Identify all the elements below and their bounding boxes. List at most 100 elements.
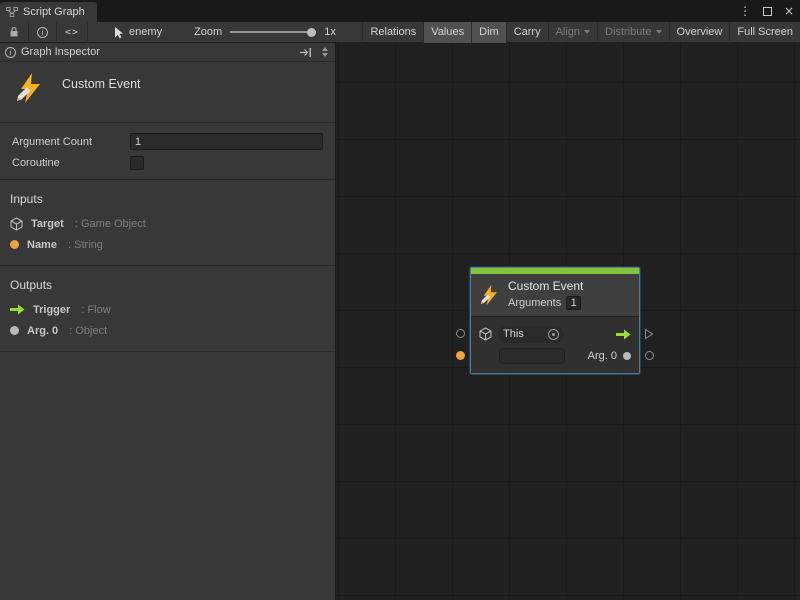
graph-toolbar: i <> enemy Zoom 1x Relations Values Dim … (0, 22, 800, 43)
arg0-output-port[interactable] (645, 351, 654, 360)
input-name: Target (31, 218, 64, 230)
object-dot-icon (10, 326, 19, 335)
dropdown-arrow-icon (656, 30, 662, 34)
zoom-slider-track (230, 31, 316, 33)
lock-button[interactable] (0, 22, 29, 43)
flow-arrow-icon (616, 329, 631, 340)
values-button[interactable]: Values (423, 22, 471, 43)
carry-button[interactable]: Carry (506, 22, 548, 43)
menu-icon[interactable]: ⋮ (739, 5, 751, 17)
trigger-output-port[interactable] (644, 328, 654, 340)
node-body: This Arg. 0 (471, 316, 639, 373)
maximize-icon[interactable] (763, 7, 772, 16)
align-label: Align (556, 26, 580, 38)
overview-button[interactable]: Overview (669, 22, 730, 43)
tab-title: Script Graph (23, 6, 85, 18)
graph-inspector-panel: i Graph Inspector Custom Event Argument … (0, 43, 336, 600)
event-header: Custom Event (0, 62, 335, 122)
lock-icon (8, 26, 20, 38)
graph-name: enemy (129, 26, 162, 38)
zoom-slider-thumb[interactable] (307, 28, 316, 37)
input-name: Name (27, 239, 57, 251)
custom-event-node[interactable]: Custom Event Arguments 1 This (470, 267, 640, 374)
toolbar-buttons: Relations Values Dim Carry Align Distrib… (362, 22, 800, 43)
output-type: : Object (66, 325, 107, 337)
inspector-toggle-button[interactable]: i (29, 22, 57, 43)
dock-inspector-icon[interactable] (299, 47, 313, 58)
inputs-section: Inputs Target : Game Object Name : Strin… (0, 180, 335, 265)
object-picker-icon[interactable] (548, 329, 559, 340)
fullscreen-button[interactable]: Full Screen (729, 22, 800, 43)
coroutine-row: Coroutine (12, 152, 323, 173)
zoom-slider[interactable] (230, 22, 316, 43)
inspector-header: i Graph Inspector (0, 43, 335, 62)
name-input-port[interactable] (456, 351, 465, 360)
event-title: Custom Event (62, 77, 141, 91)
close-icon[interactable]: × (784, 5, 794, 17)
arg0-input[interactable] (499, 348, 565, 364)
input-row-target: Target : Game Object (0, 213, 335, 234)
flow-port-triangle-icon (644, 328, 654, 340)
inspector-title: Graph Inspector (21, 46, 100, 58)
output-row-trigger: Trigger : Flow (0, 299, 335, 320)
distribute-label: Distribute (605, 26, 651, 38)
node-header[interactable]: Custom Event Arguments 1 (471, 274, 639, 316)
dim-button[interactable]: Dim (471, 22, 506, 43)
string-dot-icon (10, 240, 19, 249)
graph-asset-icon (112, 26, 124, 39)
cube-icon (479, 327, 492, 341)
this-input-port[interactable] (456, 329, 465, 338)
input-row-name: Name : String (0, 234, 335, 255)
output-name: Arg. 0 (27, 325, 58, 337)
cube-icon (10, 217, 23, 231)
argument-count-row: Argument Count (12, 131, 323, 152)
info-icon: i (5, 47, 16, 58)
divider (0, 351, 335, 352)
object-dot-icon (623, 352, 631, 360)
window-controls: ⋮ × (739, 0, 794, 22)
port-circle-icon (645, 351, 654, 360)
coroutine-label: Coroutine (12, 157, 130, 169)
graph-breadcrumb[interactable]: enemy (106, 22, 168, 43)
argument-count-label: Argument Count (12, 136, 130, 148)
zoom-label: Zoom (194, 26, 222, 38)
string-dot-icon (456, 351, 465, 360)
flow-arrow-icon (10, 304, 25, 315)
inputs-title: Inputs (0, 186, 335, 213)
arg0-label: Arg. 0 (588, 350, 617, 362)
output-row-arg0: Arg. 0 : Object (0, 320, 335, 341)
this-object-field[interactable]: This (498, 326, 564, 343)
relations-button[interactable]: Relations (362, 22, 423, 43)
custom-event-icon (14, 72, 46, 104)
argument-count-input[interactable] (130, 133, 323, 150)
output-name: Trigger (33, 304, 70, 316)
distribute-dropdown[interactable]: Distribute (597, 22, 668, 43)
event-fields: Argument Count Coroutine (0, 123, 335, 179)
window-tab-bar: Script Graph ⋮ × (0, 0, 800, 22)
script-graph-icon (6, 6, 18, 18)
tab-script-graph[interactable]: Script Graph (0, 2, 97, 22)
node-title: Custom Event (508, 279, 583, 293)
zoom-value: 1x (324, 26, 336, 38)
info-icon: i (37, 27, 48, 38)
port-circle-icon (456, 329, 465, 338)
input-type: : String (65, 239, 103, 251)
output-type: : Flow (78, 304, 110, 316)
this-value: This (503, 328, 524, 340)
dropdown-arrow-icon (584, 30, 590, 34)
align-dropdown[interactable]: Align (548, 22, 597, 43)
custom-event-icon (479, 283, 501, 307)
graph-canvas[interactable]: Custom Event Arguments 1 This (336, 43, 800, 600)
code-view-button[interactable]: <> (57, 22, 88, 43)
code-icon: <> (65, 27, 79, 38)
zoom-control: Zoom 1x (194, 22, 336, 43)
pane-scroll-arrows[interactable] (322, 47, 330, 57)
node-arguments-label: Arguments (508, 297, 561, 309)
scroll-down-icon[interactable] (322, 53, 328, 57)
node-row-arg0: Arg. 0 (479, 346, 631, 366)
input-type: : Game Object (72, 218, 146, 230)
coroutine-checkbox[interactable] (130, 156, 144, 170)
scroll-up-icon[interactable] (322, 47, 328, 51)
node-arguments-count[interactable]: 1 (566, 296, 581, 310)
outputs-section: Outputs Trigger : Flow Arg. 0 : Object (0, 266, 335, 351)
